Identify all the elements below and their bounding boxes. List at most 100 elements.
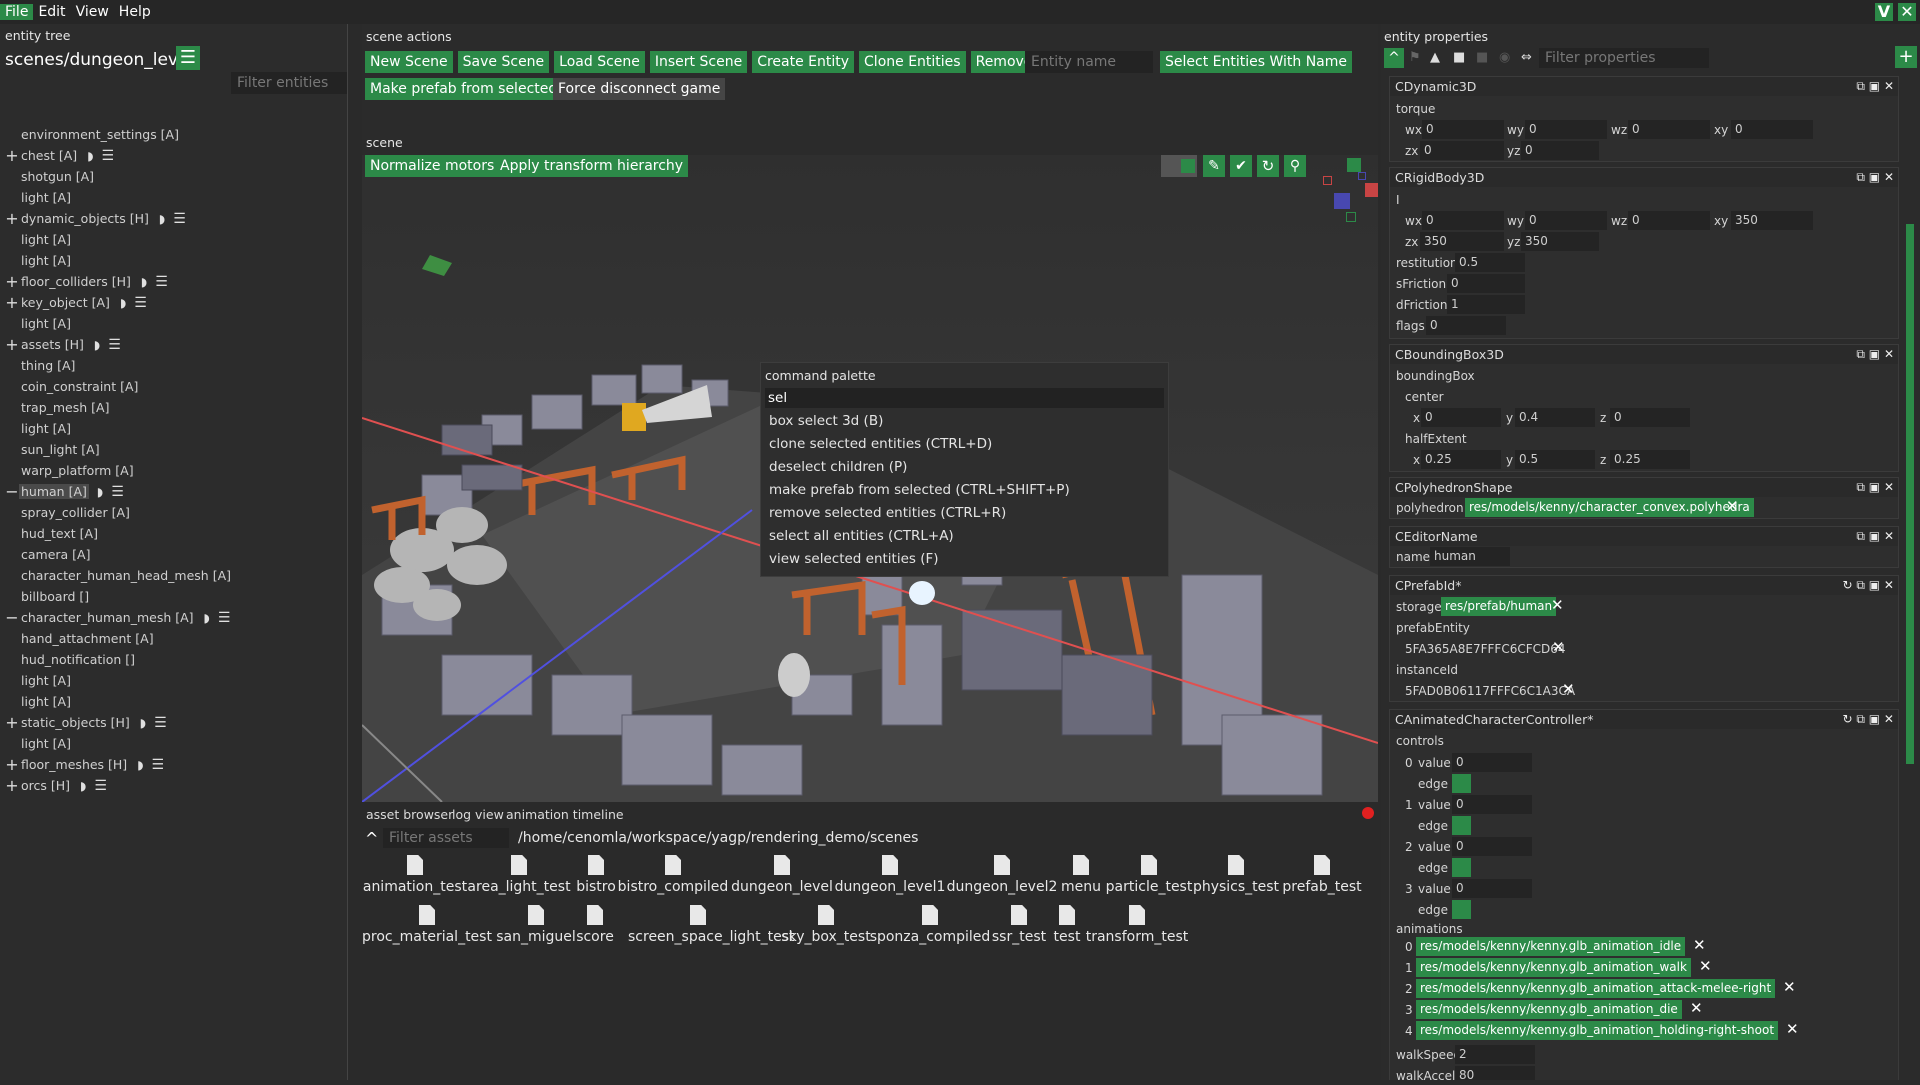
tree-row[interactable]: − human [A] ◗ ☰ bbox=[0, 481, 348, 502]
tree-item-label[interactable]: light [A] bbox=[19, 253, 73, 268]
tree-item-label[interactable]: floor_colliders [H] bbox=[19, 274, 133, 289]
tree-item-label[interactable]: warp_platform [A] bbox=[19, 463, 136, 478]
component-header[interactable]: CBoundingBox3D ⧉ ▣ ✕ bbox=[1390, 345, 1898, 364]
animation-field[interactable]: res/models/kenny/kenny.glb_animation_wal… bbox=[1416, 958, 1691, 977]
tree-item-label[interactable]: shotgun [A] bbox=[19, 169, 96, 184]
attachment-icon[interactable]: ◗ bbox=[94, 338, 100, 352]
tree-item-label[interactable]: floor_meshes [H] bbox=[19, 757, 129, 772]
scene-action-button[interactable]: Clone Entities bbox=[859, 51, 966, 73]
tree-item-label[interactable]: character_human_head_mesh [A] bbox=[19, 568, 233, 583]
expand-icon[interactable]: + bbox=[5, 713, 19, 732]
attachment-icon[interactable]: ◗ bbox=[140, 716, 146, 730]
tree-row[interactable]: trap_mesh [A] bbox=[0, 397, 348, 418]
menu-file[interactable]: File bbox=[0, 4, 34, 20]
scene-menu-icon[interactable]: ☰ bbox=[176, 46, 200, 70]
walkaccel-field[interactable]: 80 bbox=[1455, 1066, 1535, 1082]
inertia-xy-field[interactable]: 350 bbox=[1731, 211, 1813, 230]
scene-action-button[interactable]: Insert Scene bbox=[649, 51, 748, 73]
tree-row[interactable]: character_human_head_mesh [A] bbox=[0, 565, 348, 586]
expand-icon[interactable]: + bbox=[5, 776, 19, 795]
tree-item-label[interactable]: human [A] bbox=[19, 484, 89, 499]
clear-storage-icon[interactable]: ✕ bbox=[1551, 596, 1564, 614]
tab-log-view[interactable]: log view bbox=[452, 807, 504, 822]
entity-menu-icon[interactable]: ☰ bbox=[154, 715, 167, 731]
tree-item-label[interactable]: light [A] bbox=[19, 736, 73, 751]
add-component-icon[interactable]: + bbox=[1895, 46, 1917, 68]
command-search-input[interactable]: sel bbox=[765, 388, 1164, 408]
entity-menu-icon[interactable]: ☰ bbox=[134, 295, 147, 311]
attachment-icon[interactable]: ◗ bbox=[141, 275, 147, 289]
tree-row[interactable]: + floor_meshes [H] ◗ ☰ bbox=[0, 754, 348, 775]
component-actions-icon[interactable]: ⧉ ▣ ✕ bbox=[1856, 345, 1894, 364]
dfriction-field[interactable]: 1 bbox=[1447, 295, 1525, 314]
component-actions-icon[interactable]: ↻ ⧉ ▣ ✕ bbox=[1843, 710, 1894, 729]
control-edge-toggle[interactable] bbox=[1452, 774, 1471, 793]
halfextent-x-field[interactable]: 0.25 bbox=[1421, 450, 1501, 469]
clear-polyhedron-icon[interactable]: ✕ bbox=[1726, 497, 1739, 515]
refresh-icon[interactable]: ↻ bbox=[1257, 155, 1279, 177]
tree-row[interactable]: − character_human_mesh [A] ◗ ☰ bbox=[0, 607, 348, 628]
tree-row[interactable]: camera [A] bbox=[0, 544, 348, 565]
filter-properties-input[interactable]: Filter properties bbox=[1539, 48, 1709, 68]
tree-item-label[interactable]: orcs [H] bbox=[19, 778, 72, 793]
collapse-window-button[interactable]: V bbox=[1875, 3, 1893, 21]
component-actions-icon[interactable]: ⧉ ▣ ✕ bbox=[1856, 168, 1894, 187]
asset-file[interactable]: screen_space_light_test bbox=[628, 905, 795, 945]
tree-row[interactable]: billboard [] bbox=[0, 586, 348, 607]
command-item[interactable]: remove selected entities (CTRL+R) bbox=[761, 502, 1168, 525]
tree-item-label[interactable]: environment_settings [A] bbox=[19, 127, 181, 142]
pencil-icon[interactable]: ✎ bbox=[1203, 155, 1225, 177]
component-actions-icon[interactable]: ↻ ⧉ ▣ ✕ bbox=[1843, 576, 1894, 595]
remove-animation-icon[interactable]: ✕ bbox=[1786, 1020, 1799, 1038]
tree-item-label[interactable]: thing [A] bbox=[19, 358, 77, 373]
expand-icon[interactable]: + bbox=[5, 146, 19, 165]
remove-animation-icon[interactable]: ✕ bbox=[1783, 978, 1796, 996]
command-item[interactable]: view selected entities (F) bbox=[761, 548, 1168, 571]
component-header[interactable]: CPrefabId* ↻ ⧉ ▣ ✕ bbox=[1390, 576, 1898, 595]
make-prefab-button[interactable]: Make prefab from selected bbox=[365, 78, 563, 100]
collapse-icon[interactable]: − bbox=[5, 608, 19, 627]
polyhedron-field[interactable]: res/models/kenny/character_convex.polyhe… bbox=[1465, 498, 1754, 517]
tree-item-label[interactable]: light [A] bbox=[19, 694, 73, 709]
scene-action-button[interactable]: New Scene bbox=[365, 51, 453, 73]
expand-icon[interactable]: + bbox=[5, 293, 19, 312]
tree-row[interactable]: light [A] bbox=[0, 313, 348, 334]
command-item[interactable]: select all entities (CTRL+A) bbox=[761, 525, 1168, 548]
command-item[interactable]: clone selected entities (CTRL+D) bbox=[761, 433, 1168, 456]
tree-row[interactable]: hud_notification [] bbox=[0, 649, 348, 670]
tree-item-label[interactable]: light [A] bbox=[19, 673, 73, 688]
halfextent-y-field[interactable]: 0.5 bbox=[1515, 450, 1595, 469]
tree-row[interactable]: light [A] bbox=[0, 670, 348, 691]
tree-row[interactable]: light [A] bbox=[0, 691, 348, 712]
filter-entities-input[interactable]: Filter entities bbox=[231, 72, 347, 94]
animation-field[interactable]: res/models/kenny/kenny.glb_animation_idl… bbox=[1416, 937, 1686, 956]
tree-row[interactable]: + assets [H] ◗ ☰ bbox=[0, 334, 348, 355]
entity-menu-icon[interactable]: ☰ bbox=[102, 148, 115, 164]
eye-icon[interactable]: ◉ bbox=[1499, 50, 1510, 65]
tree-row[interactable]: + orcs [H] ◗ ☰ bbox=[0, 775, 348, 796]
tree-row[interactable]: light [A] bbox=[0, 187, 348, 208]
editor-name-field[interactable]: human bbox=[1430, 547, 1510, 566]
tree-item-label[interactable]: static_objects [H] bbox=[19, 715, 132, 730]
menu-help[interactable]: Help bbox=[114, 4, 156, 20]
control-value-field[interactable]: 0 bbox=[1452, 837, 1532, 856]
component-header[interactable]: CAnimatedCharacterController* ↻ ⧉ ▣ ✕ bbox=[1390, 710, 1898, 729]
filter-assets-input[interactable]: Filter assets bbox=[383, 828, 509, 848]
asset-file[interactable]: transform_test bbox=[1067, 905, 1207, 945]
scene-action-button[interactable]: Create Entity bbox=[752, 51, 855, 73]
flags-field[interactable]: 0 bbox=[1426, 316, 1506, 335]
entity-menu-icon[interactable]: ☰ bbox=[94, 778, 107, 794]
tree-item-label[interactable]: light [A] bbox=[19, 190, 73, 205]
command-item[interactable]: box select 3d (B) bbox=[761, 410, 1168, 433]
expand-icon[interactable]: + bbox=[5, 755, 19, 774]
restitution-field[interactable]: 0.5 bbox=[1455, 253, 1525, 272]
tree-row[interactable]: environment_settings [A] bbox=[0, 124, 348, 145]
tree-item-label[interactable]: coin_constraint [A] bbox=[19, 379, 140, 394]
axis-gizmo[interactable] bbox=[1317, 155, 1378, 225]
component-actions-icon[interactable]: ⧉ ▣ ✕ bbox=[1856, 478, 1894, 497]
tree-item-label[interactable]: assets [H] bbox=[19, 337, 86, 352]
sfriction-field[interactable]: 0 bbox=[1447, 274, 1525, 293]
command-item[interactable]: make prefab from selected (CTRL+SHIFT+P) bbox=[761, 479, 1168, 502]
command-item[interactable]: deselect children (P) bbox=[761, 456, 1168, 479]
inertia-wy-field[interactable]: 0 bbox=[1525, 211, 1607, 230]
